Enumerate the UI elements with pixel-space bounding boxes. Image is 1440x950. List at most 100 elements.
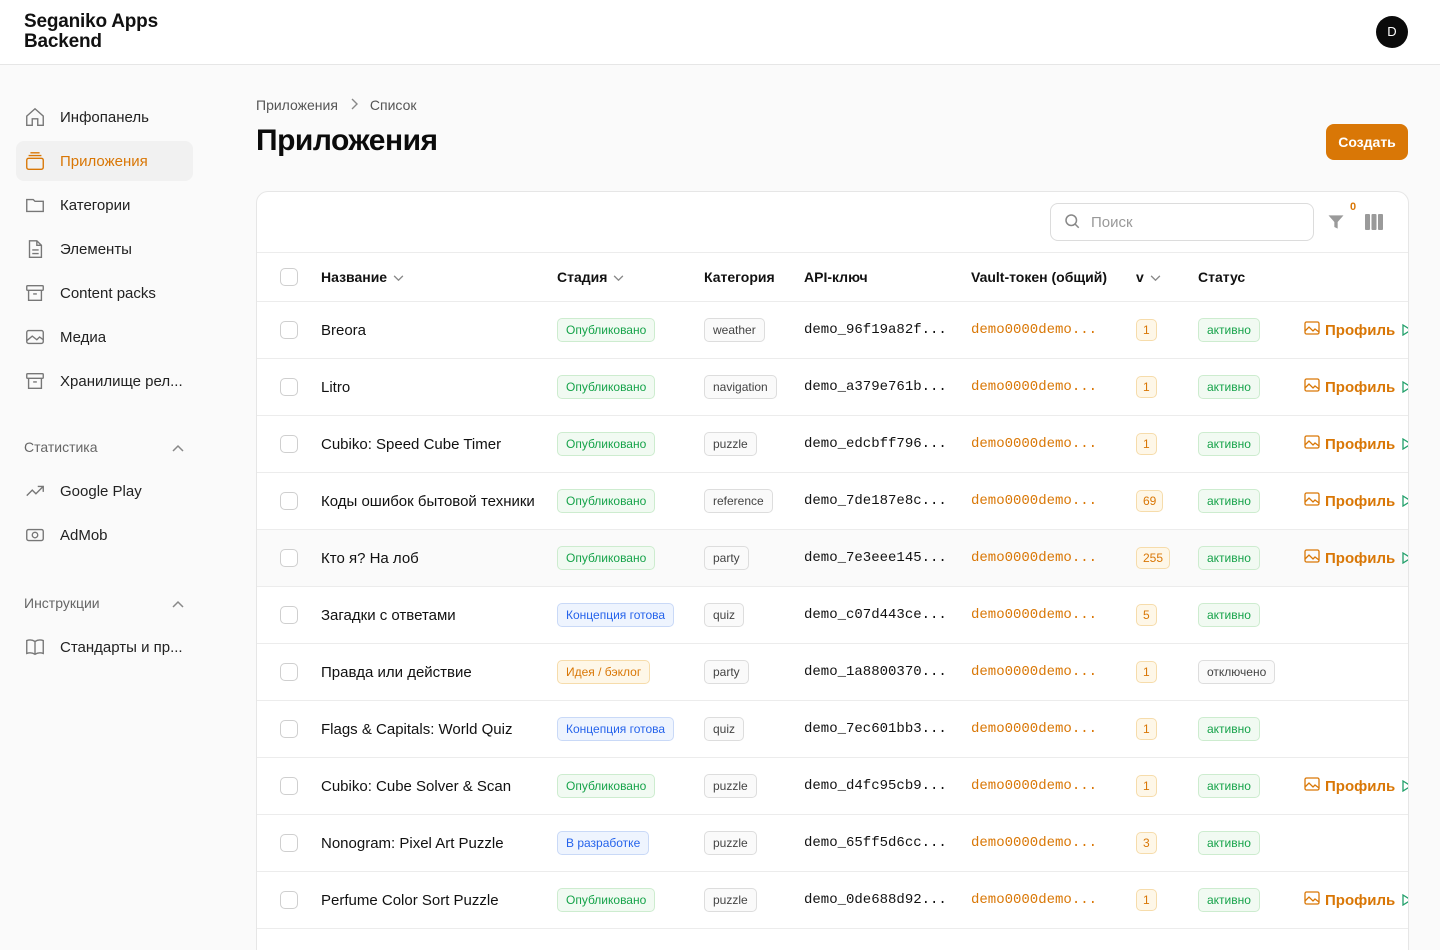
app-name[interactable]: Nonogram: Pixel Art Puzzle: [321, 815, 504, 871]
play-icon[interactable]: [1402, 872, 1408, 928]
sidebar-item-standards[interactable]: Стандарты и пр...: [16, 627, 193, 667]
table-row[interactable]: Коды ошибок бытовой техники Опубликовано r…: [257, 473, 1408, 530]
row-checkbox[interactable]: [280, 549, 298, 567]
search-field[interactable]: [1050, 203, 1314, 241]
sidebar-item-google-play[interactable]: Google Play: [16, 471, 193, 511]
row-checkbox[interactable]: [280, 435, 298, 453]
sidebar-item-media[interactable]: Медиа: [16, 317, 193, 357]
vault-token[interactable]: demo0000demo...: [971, 416, 1097, 472]
api-key[interactable]: demo_65ff5d6cc...: [804, 815, 947, 871]
profile-link[interactable]: Профиль: [1304, 872, 1395, 928]
play-icon[interactable]: [1402, 302, 1408, 358]
vault-token[interactable]: demo0000demo...: [971, 587, 1097, 643]
api-key[interactable]: demo_c07d443ce...: [804, 587, 947, 643]
vault-token[interactable]: demo0000demo...: [971, 701, 1097, 757]
table-row[interactable]: Cubiko: Cube Solver & Scan Опубликовано pu…: [257, 758, 1408, 815]
vault-token[interactable]: demo0000demo...: [971, 473, 1097, 529]
select-all-checkbox[interactable]: [280, 268, 298, 286]
column-header-name[interactable]: Название: [321, 269, 404, 285]
api-key[interactable]: demo_d4fc95cb9...: [804, 758, 947, 814]
row-checkbox[interactable]: [280, 834, 298, 852]
vault-token[interactable]: demo0000demo...: [971, 872, 1097, 928]
version-cell: 1: [1136, 701, 1157, 757]
search-input[interactable]: [1091, 213, 1291, 231]
columns-icon[interactable]: [1364, 213, 1386, 233]
brand-line-1: Seganiko Apps: [24, 11, 158, 32]
filter-icon[interactable]: [1326, 212, 1350, 234]
section-instructions-toggle[interactable]: Инструкции: [24, 595, 184, 611]
column-header-stage[interactable]: Стадия: [557, 269, 624, 285]
breadcrumb-apps[interactable]: Приложения: [256, 97, 338, 113]
play-icon[interactable]: [1402, 473, 1408, 529]
profile-link[interactable]: Профиль: [1304, 530, 1395, 586]
app-name[interactable]: Perfume Color Sort Puzzle: [321, 872, 499, 928]
column-header-version[interactable]: v: [1136, 269, 1161, 285]
profile-link[interactable]: Профиль: [1304, 302, 1395, 358]
row-checkbox[interactable]: [280, 606, 298, 624]
vault-token[interactable]: demo0000demo...: [971, 815, 1097, 871]
profile-link[interactable]: Профиль: [1304, 758, 1395, 814]
app-name[interactable]: Breora: [321, 302, 366, 358]
app-name[interactable]: Litro: [321, 359, 350, 415]
sidebar-item-release-storage[interactable]: Хранилище рел...: [16, 361, 193, 401]
app-name[interactable]: Cubiko: Speed Cube Timer: [321, 416, 501, 472]
table-row[interactable]: Litro Опубликовано navigation demo_a379e761…: [257, 359, 1408, 416]
vault-token[interactable]: demo0000demo...: [971, 644, 1097, 700]
column-label: v: [1136, 269, 1144, 285]
sidebar-item-elements[interactable]: Элементы: [16, 229, 193, 269]
table-row[interactable]: Perfume Color Sort Puzzle Опубликовано puz…: [257, 872, 1408, 929]
row-checkbox[interactable]: [280, 321, 298, 339]
row-checkbox[interactable]: [280, 720, 298, 738]
sidebar-item-admob[interactable]: AdMob: [16, 515, 193, 555]
table-row[interactable]: Cubiko: Speed Cube Timer Опубликовано puzz…: [257, 416, 1408, 473]
avatar[interactable]: D: [1376, 16, 1408, 48]
vault-token[interactable]: demo0000demo...: [971, 530, 1097, 586]
api-key[interactable]: demo_1a8800370...: [804, 644, 947, 700]
sidebar: Инфопанель Приложения Категории Элементы…: [0, 65, 210, 950]
api-key[interactable]: demo_a379e761b...: [804, 359, 947, 415]
api-key[interactable]: demo_7de187e8c...: [804, 473, 947, 529]
table-row[interactable]: Правда или действие Идея / бэклог party dem…: [257, 644, 1408, 701]
row-checkbox[interactable]: [280, 777, 298, 795]
vault-token[interactable]: demo0000demo...: [971, 302, 1097, 358]
row-checkbox[interactable]: [280, 492, 298, 510]
table-row[interactable]: Кто я? На лоб Опубликовано party demo_7e3ee…: [257, 530, 1408, 587]
play-icon[interactable]: [1402, 758, 1408, 814]
brand-logo[interactable]: Seganiko Apps Backend: [24, 12, 158, 52]
table-row[interactable]: Flags & Capitals: World Quiz Концепция го…: [257, 701, 1408, 758]
row-checkbox[interactable]: [280, 891, 298, 909]
sidebar-item-dashboard[interactable]: Инфопанель: [16, 97, 193, 137]
vault-token[interactable]: demo0000demo...: [971, 359, 1097, 415]
api-key[interactable]: demo_96f19a82f...: [804, 302, 947, 358]
vault-token[interactable]: demo0000demo...: [971, 758, 1097, 814]
api-key[interactable]: demo_0de688d92...: [804, 872, 947, 928]
table-row[interactable]: Загадки с ответами Концепция готова quiz de…: [257, 587, 1408, 644]
section-statistics-toggle[interactable]: Статистика: [24, 439, 184, 455]
app-name[interactable]: Flags & Capitals: World Quiz: [321, 701, 512, 757]
play-icon[interactable]: [1402, 416, 1408, 472]
app-name[interactable]: Cubiko: Cube Solver & Scan: [321, 758, 511, 814]
stage-badge: Опубликовано: [557, 774, 656, 798]
app-name[interactable]: Коды ошибок бытовой техники: [321, 473, 535, 529]
app-name[interactable]: Правда или действие: [321, 644, 472, 700]
image-icon: [1304, 492, 1320, 510]
api-key[interactable]: demo_edcbff796...: [804, 416, 947, 472]
sidebar-item-categories[interactable]: Категории: [16, 185, 193, 225]
create-button[interactable]: Создать: [1326, 124, 1408, 160]
row-checkbox[interactable]: [280, 663, 298, 681]
api-key[interactable]: demo_7ec601bb3...: [804, 701, 947, 757]
table-row[interactable]: Nonogram: Pixel Art Puzzle В разработке pu…: [257, 815, 1408, 872]
sidebar-item-content-packs[interactable]: Content packs: [16, 273, 193, 313]
app-name[interactable]: Кто я? На лоб: [321, 530, 419, 586]
app-name[interactable]: Загадки с ответами: [321, 587, 456, 643]
column-label: Статус: [1198, 269, 1246, 285]
play-icon[interactable]: [1402, 530, 1408, 586]
api-key[interactable]: demo_7e3eee145...: [804, 530, 947, 586]
profile-link[interactable]: Профиль: [1304, 416, 1395, 472]
profile-link[interactable]: Профиль: [1304, 359, 1395, 415]
sidebar-item-apps[interactable]: Приложения: [16, 141, 193, 181]
play-icon[interactable]: [1402, 359, 1408, 415]
profile-link[interactable]: Профиль: [1304, 473, 1395, 529]
table-row[interactable]: Breora Опубликовано weather demo_96f19a82f.…: [257, 302, 1408, 359]
row-checkbox[interactable]: [280, 378, 298, 396]
